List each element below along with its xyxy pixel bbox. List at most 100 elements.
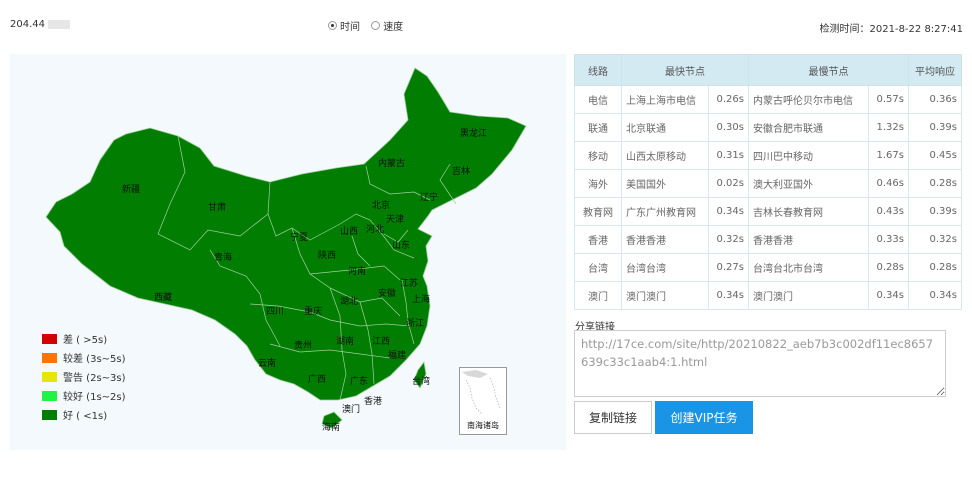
province-label: 陕西 — [318, 249, 336, 261]
legend-item: 差 ( >5s) — [42, 329, 126, 348]
share-link-textarea[interactable]: http://17ce.com/site/http/20210822_aeb7b… — [574, 330, 946, 397]
row-slowest-time: 1.32s — [867, 113, 910, 142]
radio-speed-label: 速度 — [383, 22, 404, 33]
row-average: 0.36s — [908, 85, 962, 114]
legend-label: 警告 (2s~3s) — [63, 373, 126, 384]
legend-swatch — [42, 352, 57, 363]
province-label: 山东 — [392, 239, 410, 251]
province-label: 广东 — [350, 375, 368, 387]
row-slowest-time: 0.57s — [867, 85, 910, 114]
table-row: 移动 山西太原移动 0.31s 四川巴中移动 1.67s 0.45s — [574, 141, 962, 170]
table-row: 澳门 澳门澳门 0.34s 澳门澳门 0.34s 0.34s — [574, 281, 962, 310]
header-average: 平均响应 — [908, 54, 962, 86]
province-label: 天津 — [386, 214, 404, 225]
row-fastest-node: 山西太原移动 — [621, 141, 709, 170]
row-slowest-node: 澳大利亚国外 — [747, 169, 869, 198]
table-row: 海外 美国国外 0.02s 澳大利亚国外 0.46s 0.28s — [574, 169, 962, 198]
china-map-panel: 黑龙江 吉林 辽宁 内蒙古 新疆 甘肃 北京 天津 河北 宁夏 山西 山东 青海… — [10, 54, 566, 450]
table-row: 香港 香港香港 0.32s 香港香港 0.33s 0.32s — [574, 225, 962, 254]
province-label: 海南 — [322, 421, 340, 433]
row-slowest-time: 0.28s — [867, 253, 910, 282]
province-label: 湖北 — [340, 296, 358, 307]
row-fastest-node: 上海上海市电信 — [621, 85, 709, 114]
province-label: 福建 — [388, 349, 406, 361]
row-fastest-time: 0.34s — [707, 197, 749, 226]
row-slowest-time: 0.46s — [867, 169, 910, 198]
province-label: 吉林 — [452, 165, 470, 177]
radio-time[interactable]: 时间 — [328, 18, 360, 33]
check-time: 检测时间：2021-8-22 8:27:41 — [819, 24, 963, 35]
province-label: 贵州 — [294, 339, 312, 351]
legend-label: 较好 (1s~2s) — [63, 392, 126, 403]
row-average: 0.28s — [908, 169, 962, 198]
legend-item: 警告 (2s~3s) — [42, 367, 126, 386]
row-fastest-node: 台湾台湾 — [621, 253, 709, 282]
province-label: 江苏 — [400, 277, 418, 289]
row-slowest-time: 1.67s — [867, 141, 910, 170]
table-body: 电信 上海上海市电信 0.26s 内蒙古呼伦贝尔市电信 0.57s 0.36s 联通 北京联通… — [574, 85, 962, 310]
province-label: 辽宁 — [420, 191, 438, 203]
header-fastest: 最快节点 — [621, 54, 749, 86]
row-line: 电信 — [574, 85, 622, 114]
table-row: 电信 上海上海市电信 0.26s 内蒙古呼伦贝尔市电信 0.57s 0.36s — [574, 85, 962, 114]
province-label: 新疆 — [122, 183, 140, 195]
inset-label: 南海诸岛 — [467, 421, 499, 430]
table-header-row: 线路 最快节点 最慢节点 平均响应 — [574, 54, 962, 86]
legend-swatch — [42, 371, 57, 382]
table-row: 教育网 广东广州教育网 0.34s 吉林长春教育网 0.43s 0.39s — [574, 197, 962, 226]
province-label: 河南 — [348, 265, 366, 277]
legend-label: 较差 (3s~5s) — [63, 354, 126, 365]
row-slowest-node: 内蒙古呼伦贝尔市电信 — [747, 85, 869, 114]
ip-redacted — [48, 19, 70, 29]
header-slowest: 最慢节点 — [747, 54, 910, 86]
province-label: 澳门 — [342, 403, 360, 415]
legend-swatch — [42, 333, 57, 344]
province-label: 宁夏 — [290, 231, 308, 243]
legend-item: 较好 (1s~2s) — [42, 386, 126, 405]
province-label: 青海 — [214, 251, 232, 263]
legend-label: 差 ( >5s) — [63, 335, 108, 346]
province-label: 湖南 — [336, 335, 354, 347]
province-label: 重庆 — [304, 305, 322, 317]
radio-speed[interactable]: 速度 — [371, 18, 403, 33]
row-line: 移动 — [574, 141, 622, 170]
province-label: 香港 — [364, 395, 382, 407]
row-average: 0.45s — [908, 141, 962, 170]
radio-speed-dot[interactable] — [371, 21, 381, 30]
legend-item: 好 ( <1s) — [42, 405, 126, 424]
province-label: 云南 — [258, 357, 276, 369]
inset-islands — [462, 370, 501, 415]
row-line: 香港 — [574, 225, 622, 254]
metric-radio-group: 时间 速度 — [328, 18, 411, 33]
copy-link-button[interactable]: 复制链接 — [574, 401, 652, 434]
province-label: 河北 — [366, 223, 384, 235]
radio-time-dot[interactable] — [328, 21, 337, 30]
row-slowest-node: 澳门澳门 — [747, 281, 869, 310]
row-fastest-time: 0.31s — [707, 141, 749, 170]
row-slowest-node: 香港香港 — [747, 225, 869, 254]
create-vip-task-button[interactable]: 创建VIP任务 — [655, 401, 753, 434]
province-label: 黑龙江 — [460, 127, 487, 139]
province-label: 安徽 — [378, 287, 396, 299]
row-average: 0.39s — [908, 197, 962, 226]
row-fastest-time: 0.26s — [707, 85, 749, 114]
province-label: 山西 — [340, 226, 358, 237]
row-slowest-time: 0.34s — [867, 281, 910, 310]
row-line: 海外 — [574, 169, 622, 198]
province-label: 广西 — [308, 373, 326, 385]
province-label: 甘肃 — [208, 201, 226, 213]
row-fastest-time: 0.02s — [707, 169, 749, 198]
row-fastest-node: 美国国外 — [621, 169, 709, 198]
row-slowest-time: 0.43s — [867, 197, 910, 226]
row-average: 0.34s — [908, 281, 962, 310]
province-label: 台湾 — [412, 375, 430, 387]
south-china-sea-inset: 南海诸岛 — [459, 367, 507, 435]
row-line: 教育网 — [574, 197, 622, 226]
row-fastest-time: 0.34s — [707, 281, 749, 310]
legend-item: 较差 (3s~5s) — [42, 348, 126, 367]
radio-time-label: 时间 — [340, 22, 360, 33]
province-label: 北京 — [372, 199, 390, 211]
row-slowest-node: 四川巴中移动 — [747, 141, 869, 170]
line-speed-table: 线路 最快节点 最慢节点 平均响应 电信 上海上海市电信 0.26s 内蒙古呼伦贝尔市… — [574, 54, 962, 310]
row-average: 0.32s — [908, 225, 962, 254]
